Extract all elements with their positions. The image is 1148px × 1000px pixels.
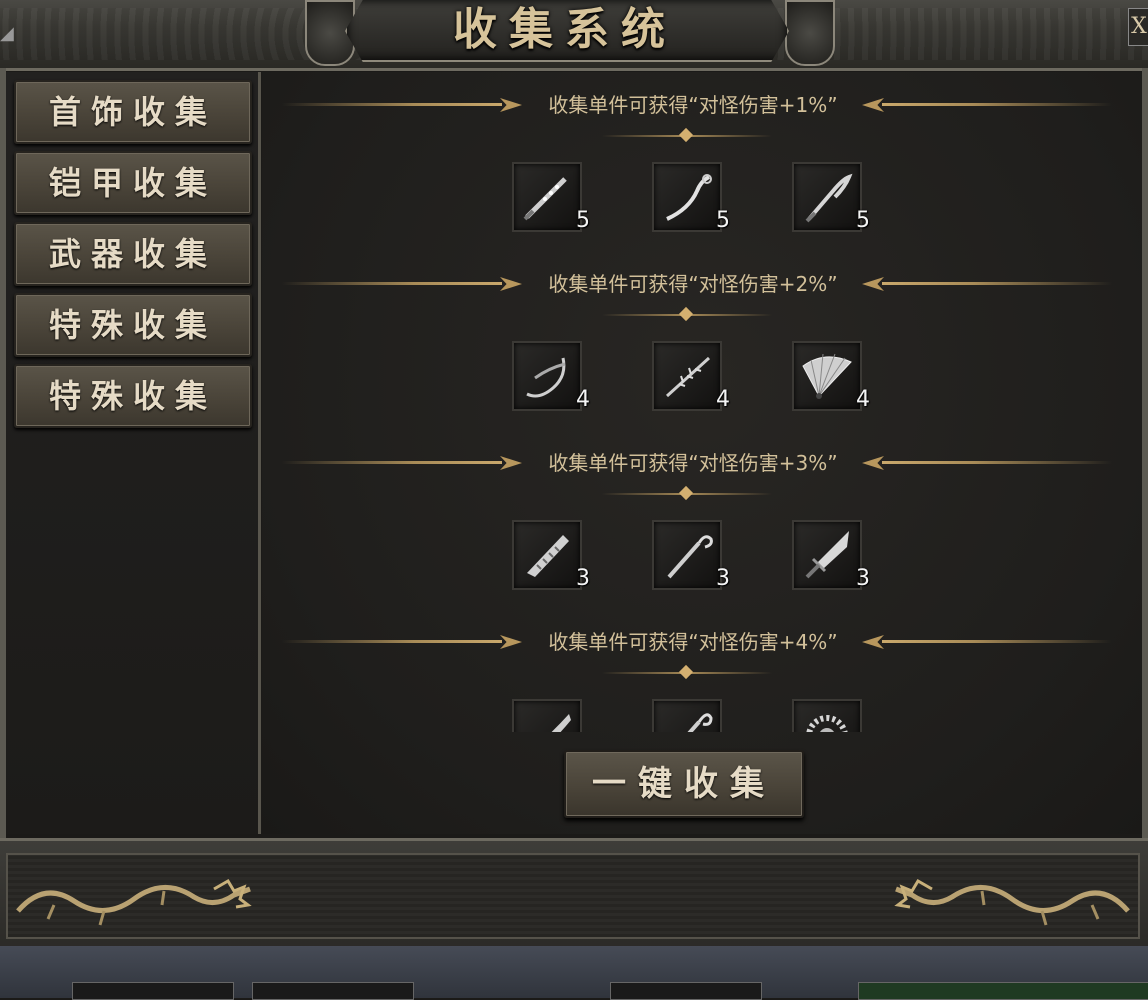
dragon-right-icon (894, 878, 1130, 926)
item-slot[interactable]: 4 (792, 341, 870, 412)
crook-staff-icon (667, 535, 713, 579)
tier-title: 收集单件可获得“对怪伤害+1%” (548, 93, 838, 117)
bottom-decor-inner (6, 853, 1140, 939)
game-hud-strip (0, 946, 1148, 1000)
item-count: 3 (716, 566, 730, 591)
item-count: 4 (716, 387, 730, 412)
close-button[interactable]: X (1128, 8, 1148, 46)
tab-weapon-collection[interactable]: 武器收集 (14, 222, 252, 286)
item-slot[interactable]: 3 (512, 520, 590, 591)
divider-line (882, 103, 1112, 106)
title-ornament-right-icon (785, 0, 835, 66)
collection-scroll-area[interactable]: 收集单件可获得“对怪伤害+1%” 5 5 5 收集单件可获得“对怪伤害+2%” (262, 72, 1142, 732)
curved-staff-icon (666, 174, 712, 221)
divider-line (282, 103, 502, 106)
corner-ornament-icon: ◢ (0, 23, 14, 44)
item-slot[interactable] (512, 699, 582, 732)
tab-armor-collection[interactable]: 铠甲收集 (14, 151, 252, 215)
item-count: 4 (576, 387, 590, 412)
hud-box (252, 982, 414, 1000)
diamond-icon (678, 306, 694, 322)
item-slot[interactable]: 4 (512, 341, 590, 412)
divider-line (282, 640, 502, 643)
divider-line (882, 640, 1112, 643)
saw-blade-icon (527, 535, 569, 577)
dragon-left-icon (16, 878, 252, 926)
item-slot[interactable] (652, 699, 722, 732)
item-slot[interactable]: 3 (652, 520, 730, 591)
hud-bar (858, 982, 1148, 1000)
sabre-icon (551, 714, 571, 732)
tier-section: 收集单件可获得“对怪伤害+4%” (262, 619, 1142, 732)
item-count: 3 (856, 566, 870, 591)
item-slot[interactable]: 5 (652, 162, 730, 233)
item-slot[interactable]: 5 (792, 162, 870, 233)
thorned-sword-icon (665, 356, 711, 398)
tier-section: 收集单件可获得“对怪伤害+3%” 3 3 3 (262, 440, 1142, 600)
divider-line (282, 282, 502, 285)
hook-blade-icon (805, 173, 853, 223)
tab-special-collection-1[interactable]: 特殊收集 (14, 293, 252, 357)
divider-wing-icon (862, 635, 884, 649)
divider-line (282, 461, 502, 464)
crescent-blade-icon (526, 357, 566, 398)
item-count: 5 (716, 208, 730, 233)
collection-panel: 收集单件可获得“对怪伤害+1%” 5 5 5 收集单件可获得“对怪伤害+2%” (262, 72, 1142, 834)
item-count: 5 (856, 208, 870, 233)
item-count: 5 (576, 208, 590, 233)
divider-line (882, 461, 1112, 464)
tab-special-collection-2[interactable]: 特殊收集 (14, 364, 252, 428)
tier-title: 收集单件可获得“对怪伤害+3%” (548, 451, 838, 475)
tier-title: 收集单件可获得“对怪伤害+2%” (548, 272, 838, 296)
category-sidebar: 首饰收集 铠甲收集 武器收集 特殊收集 特殊收集 (6, 72, 261, 834)
frame-border-right (1142, 68, 1148, 848)
item-slot[interactable]: 3 (792, 520, 870, 591)
diamond-icon (678, 485, 694, 501)
divider-wing-icon (862, 456, 884, 470)
item-slot[interactable]: 4 (652, 341, 730, 412)
divider-wing-icon (500, 277, 522, 291)
tier-title: 收集单件可获得“对怪伤害+4%” (548, 630, 838, 654)
item-count: 4 (856, 387, 870, 412)
hud-box (72, 982, 234, 1000)
bottom-decor-band (0, 838, 1148, 952)
hud-box (610, 982, 762, 1000)
collect-all-button[interactable]: 一键收集 (564, 750, 804, 818)
item-count: 3 (576, 566, 590, 591)
window-title: 收集系统 (453, 4, 677, 55)
divider-line (882, 282, 1112, 285)
divider-wing-icon (862, 277, 884, 291)
studded-club-icon (523, 177, 567, 221)
spiked-wheel-icon (806, 715, 848, 732)
divider-wing-icon (500, 456, 522, 470)
broad-sword-icon (805, 531, 849, 579)
tier-section: 收集单件可获得“对怪伤害+1%” 5 5 5 (262, 82, 1142, 242)
item-slot[interactable]: 5 (512, 162, 590, 233)
tab-jewelry-collection[interactable]: 首饰收集 (14, 80, 252, 144)
diamond-icon (678, 127, 694, 143)
spiral-staff-icon (687, 713, 713, 732)
diamond-icon (678, 664, 694, 680)
divider-wing-icon (500, 635, 522, 649)
war-fan-icon (802, 353, 852, 399)
item-slot[interactable] (792, 699, 862, 732)
tier-section: 收集单件可获得“对怪伤害+2%” 4 4 4 (262, 261, 1142, 421)
divider-wing-icon (862, 98, 884, 112)
divider-wing-icon (500, 98, 522, 112)
